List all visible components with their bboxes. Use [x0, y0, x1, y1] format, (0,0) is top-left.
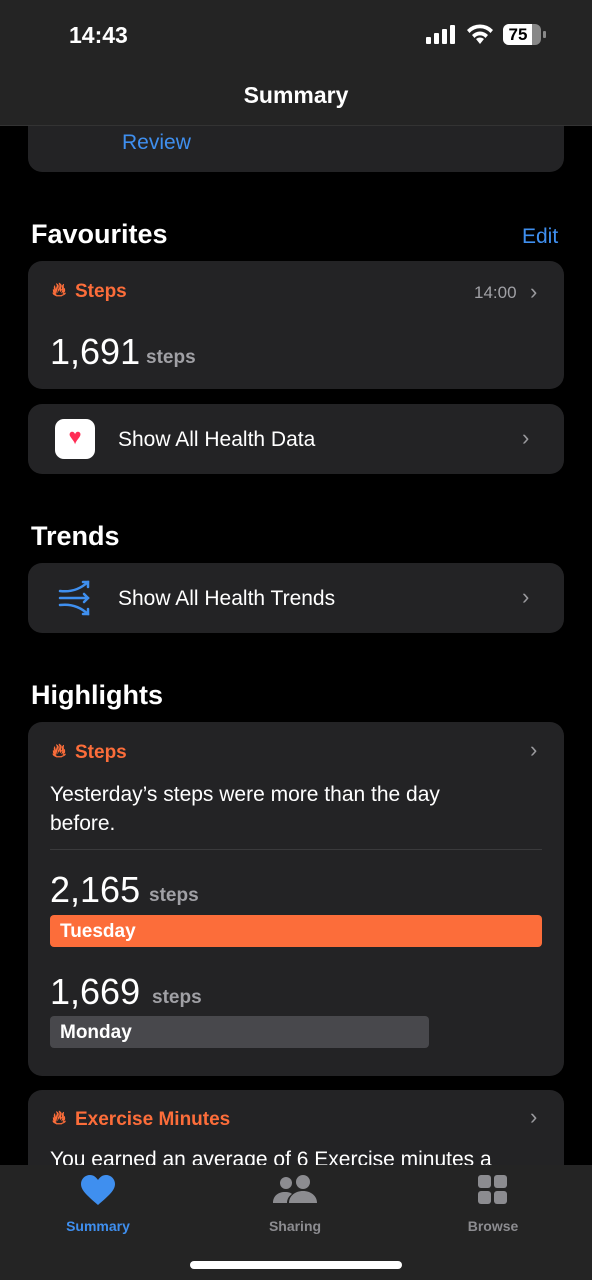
battery-level: 75 — [508, 25, 528, 44]
home-indicator — [190, 1261, 402, 1269]
show-all-health-data[interactable]: ♥ Show All Health Data › — [28, 404, 564, 474]
review-link[interactable]: Review — [122, 131, 191, 155]
grid-icon — [478, 1175, 507, 1204]
health-app-icon: ♥ — [55, 419, 95, 459]
heart-icon — [81, 1175, 115, 1205]
trends-heading: Trends — [31, 521, 120, 551]
tab-summary[interactable]: Summary — [38, 1175, 158, 1234]
show-all-health-trends[interactable]: Show All Health Trends › — [28, 563, 564, 633]
highlight-steps-label: Steps — [75, 742, 127, 763]
monday-value: 1,669 — [50, 971, 141, 1012]
wifi-icon — [467, 24, 493, 44]
favourites-heading: Favourites — [31, 219, 168, 249]
flame-icon: 🔥︎ — [52, 1108, 66, 1129]
tuesday-unit: steps — [149, 885, 199, 906]
signal-icon — [426, 25, 455, 44]
tab-bar: Summary Sharing Browse — [0, 1165, 592, 1280]
monday-bar: Monday — [50, 1016, 430, 1048]
highlight-text: Yesterday’s steps were more than the day… — [50, 783, 440, 835]
divider — [50, 849, 542, 850]
flame-icon: 🔥︎ — [52, 280, 66, 301]
chevron-right-icon: › — [522, 584, 530, 609]
tab-label: Summary — [66, 1218, 130, 1234]
tab-browse[interactable]: Browse — [433, 1175, 553, 1234]
steps-time: 14:00 — [474, 283, 517, 302]
steps-unit: steps — [146, 347, 196, 368]
tab-sharing[interactable]: Sharing — [235, 1175, 355, 1234]
edit-button[interactable]: Edit — [522, 225, 558, 249]
nav-header: 14:43 75 Summary — [0, 0, 592, 126]
chevron-right-icon: › — [530, 279, 538, 304]
tuesday-value: 2,165 — [50, 869, 141, 910]
monday-unit: steps — [152, 987, 202, 1008]
status-time: 14:43 — [69, 22, 128, 48]
show-all-health-data-label: Show All Health Data — [118, 428, 316, 451]
chevron-right-icon: › — [530, 737, 538, 762]
steps-value: 1,691 — [50, 331, 141, 372]
chevron-right-icon: › — [522, 425, 530, 450]
tab-label: Browse — [467, 1218, 519, 1234]
highlights-heading: Highlights — [31, 680, 163, 710]
show-all-health-trends-label: Show All Health Trends — [118, 587, 336, 610]
exercise-label: Exercise Minutes — [75, 1109, 231, 1130]
battery-icon: 75 — [503, 24, 541, 45]
tab-label: Sharing — [268, 1218, 322, 1234]
page-title: Summary — [243, 82, 349, 108]
trends-icon — [58, 580, 90, 616]
people-icon — [273, 1175, 317, 1203]
chevron-right-icon: › — [530, 1104, 538, 1129]
tuesday-bar: Tuesday — [50, 915, 542, 947]
steps-highlight-card[interactable]: 🔥︎ Steps › Yesterday’s steps were more t… — [28, 722, 564, 1076]
steps-favourite-card[interactable]: 🔥︎ Steps 14:00 › 1,691 steps — [28, 261, 564, 389]
steps-label: Steps — [75, 281, 127, 302]
flame-icon: 🔥︎ — [52, 741, 66, 762]
